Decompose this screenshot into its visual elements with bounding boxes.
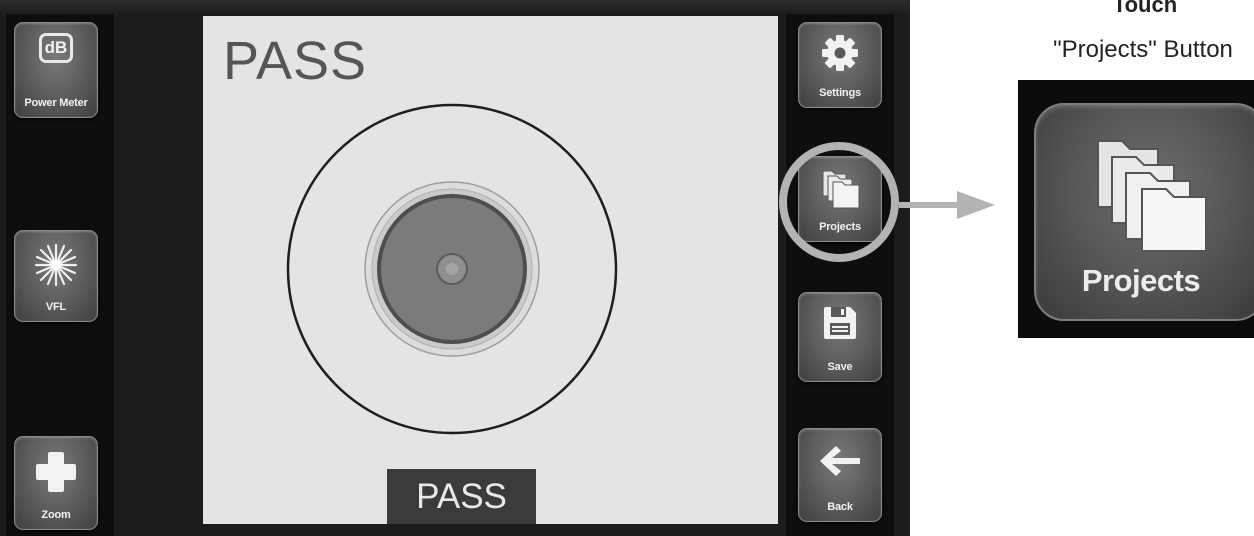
save-label: Save: [827, 361, 853, 373]
highlight-circle: [779, 142, 899, 262]
instruction-subtitle: "Projects" Button: [1053, 36, 1233, 63]
settings-label: Settings: [819, 87, 861, 99]
magnified-projects-label: Projects: [1081, 263, 1201, 298]
gear-icon: [799, 33, 881, 73]
back-label: Back: [827, 501, 853, 513]
power-meter-label: Power Meter: [24, 97, 88, 109]
zoom-label: Zoom: [41, 509, 71, 521]
vfl-button[interactable]: VFL: [14, 230, 98, 322]
folders-icon: [1092, 135, 1208, 258]
inspection-screen: PASS PASS: [203, 16, 778, 524]
magnified-projects-button[interactable]: Projects: [1034, 103, 1254, 321]
device-bezel: [0, 0, 910, 14]
plus-icon: [15, 449, 97, 495]
laser-burst-icon: [15, 243, 97, 287]
fiber-end-face-image: [286, 103, 618, 435]
callout-arrow-icon: [957, 191, 995, 219]
fiber-inspector-device: dB Power Meter VFL Zoom PASS PASS Settin…: [0, 0, 910, 536]
settings-button[interactable]: Settings: [798, 22, 882, 108]
zoom-button[interactable]: Zoom: [14, 436, 98, 530]
instruction-title: Touch: [1112, 0, 1178, 17]
callout-arrow-shaft: [899, 202, 959, 208]
vfl-label: VFL: [45, 301, 67, 313]
result-banner: PASS: [387, 469, 536, 524]
save-button[interactable]: Save: [798, 292, 882, 382]
magnified-projects-panel: Projects: [1018, 80, 1254, 338]
floppy-disk-icon: [799, 303, 881, 343]
back-button[interactable]: Back: [798, 428, 882, 522]
back-arrow-icon: [799, 443, 881, 479]
power-meter-button[interactable]: dB Power Meter: [14, 22, 98, 118]
db-icon: dB: [15, 33, 97, 63]
